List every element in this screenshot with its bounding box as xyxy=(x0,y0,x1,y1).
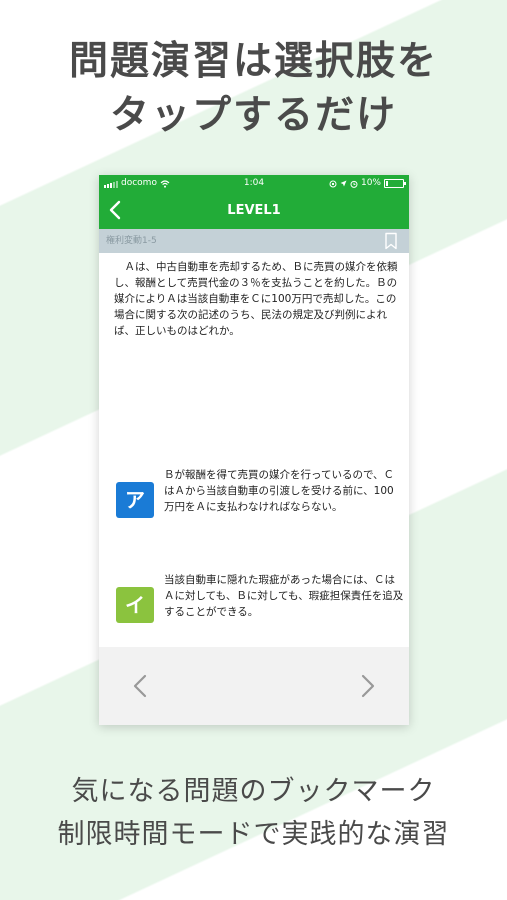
question-category-label: 権利変動1-5 xyxy=(106,236,157,246)
location-arrow-icon xyxy=(340,180,347,187)
choice-a[interactable]: ア Ｂが報酬を得て売買の媒介を行っているので、ＣはＡから当該自動車の引渡しを受け… xyxy=(114,467,404,529)
navigation-bar: LEVEL1 xyxy=(99,192,409,229)
status-bar: docomo 1:04 10% xyxy=(99,175,409,192)
previous-question-chevron-icon[interactable] xyxy=(130,671,150,701)
question-category-bar: 権利変動1-5 xyxy=(99,229,409,253)
question-text: Ａは、中古自動車を売却するため、Ｂに売買の媒介を依頼し、報酬として売買代金の３％… xyxy=(114,261,398,337)
nav-title: LEVEL1 xyxy=(227,203,281,218)
promo-headline-line1: 問題演習は選択肢を xyxy=(68,39,438,84)
promo-footer-line2: 制限時間モードで実践的な演習 xyxy=(57,819,450,850)
choice-i-text[interactable]: 当該自動車に隠れた瑕疵があった場合には、ＣはＡに対しても、Ｂに対しても、瑕疵担保… xyxy=(164,572,404,620)
next-question-chevron-icon[interactable] xyxy=(358,671,378,701)
rotation-lock-icon xyxy=(329,180,337,187)
question-navigation-bar xyxy=(99,647,409,725)
choice-i[interactable]: イ 当該自動車に隠れた瑕疵があった場合には、ＣはＡに対しても、Ｂに対しても、瑕疵… xyxy=(114,572,404,634)
promo-headline-line2: タップするだけ xyxy=(109,93,397,138)
bookmark-icon[interactable] xyxy=(382,232,400,250)
battery-icon xyxy=(384,179,406,188)
choice-i-badge[interactable]: イ xyxy=(116,587,154,623)
battery-level-fill xyxy=(386,181,388,186)
status-right: 10% xyxy=(329,175,406,192)
alarm-icon xyxy=(350,180,358,188)
promo-footer-line1: 気になる問題のブックマーク xyxy=(71,776,436,807)
battery-percentage: 10% xyxy=(360,178,381,188)
choice-a-text[interactable]: Ｂが報酬を得て売買の媒介を行っているので、ＣはＡから当該自動車の引渡しを受ける前… xyxy=(164,467,404,515)
choice-a-badge[interactable]: ア xyxy=(116,482,154,518)
phone-screen: docomo 1:04 10% LEVEL1 権利変動1-5 Ａは、中古自動車を… xyxy=(99,175,409,725)
